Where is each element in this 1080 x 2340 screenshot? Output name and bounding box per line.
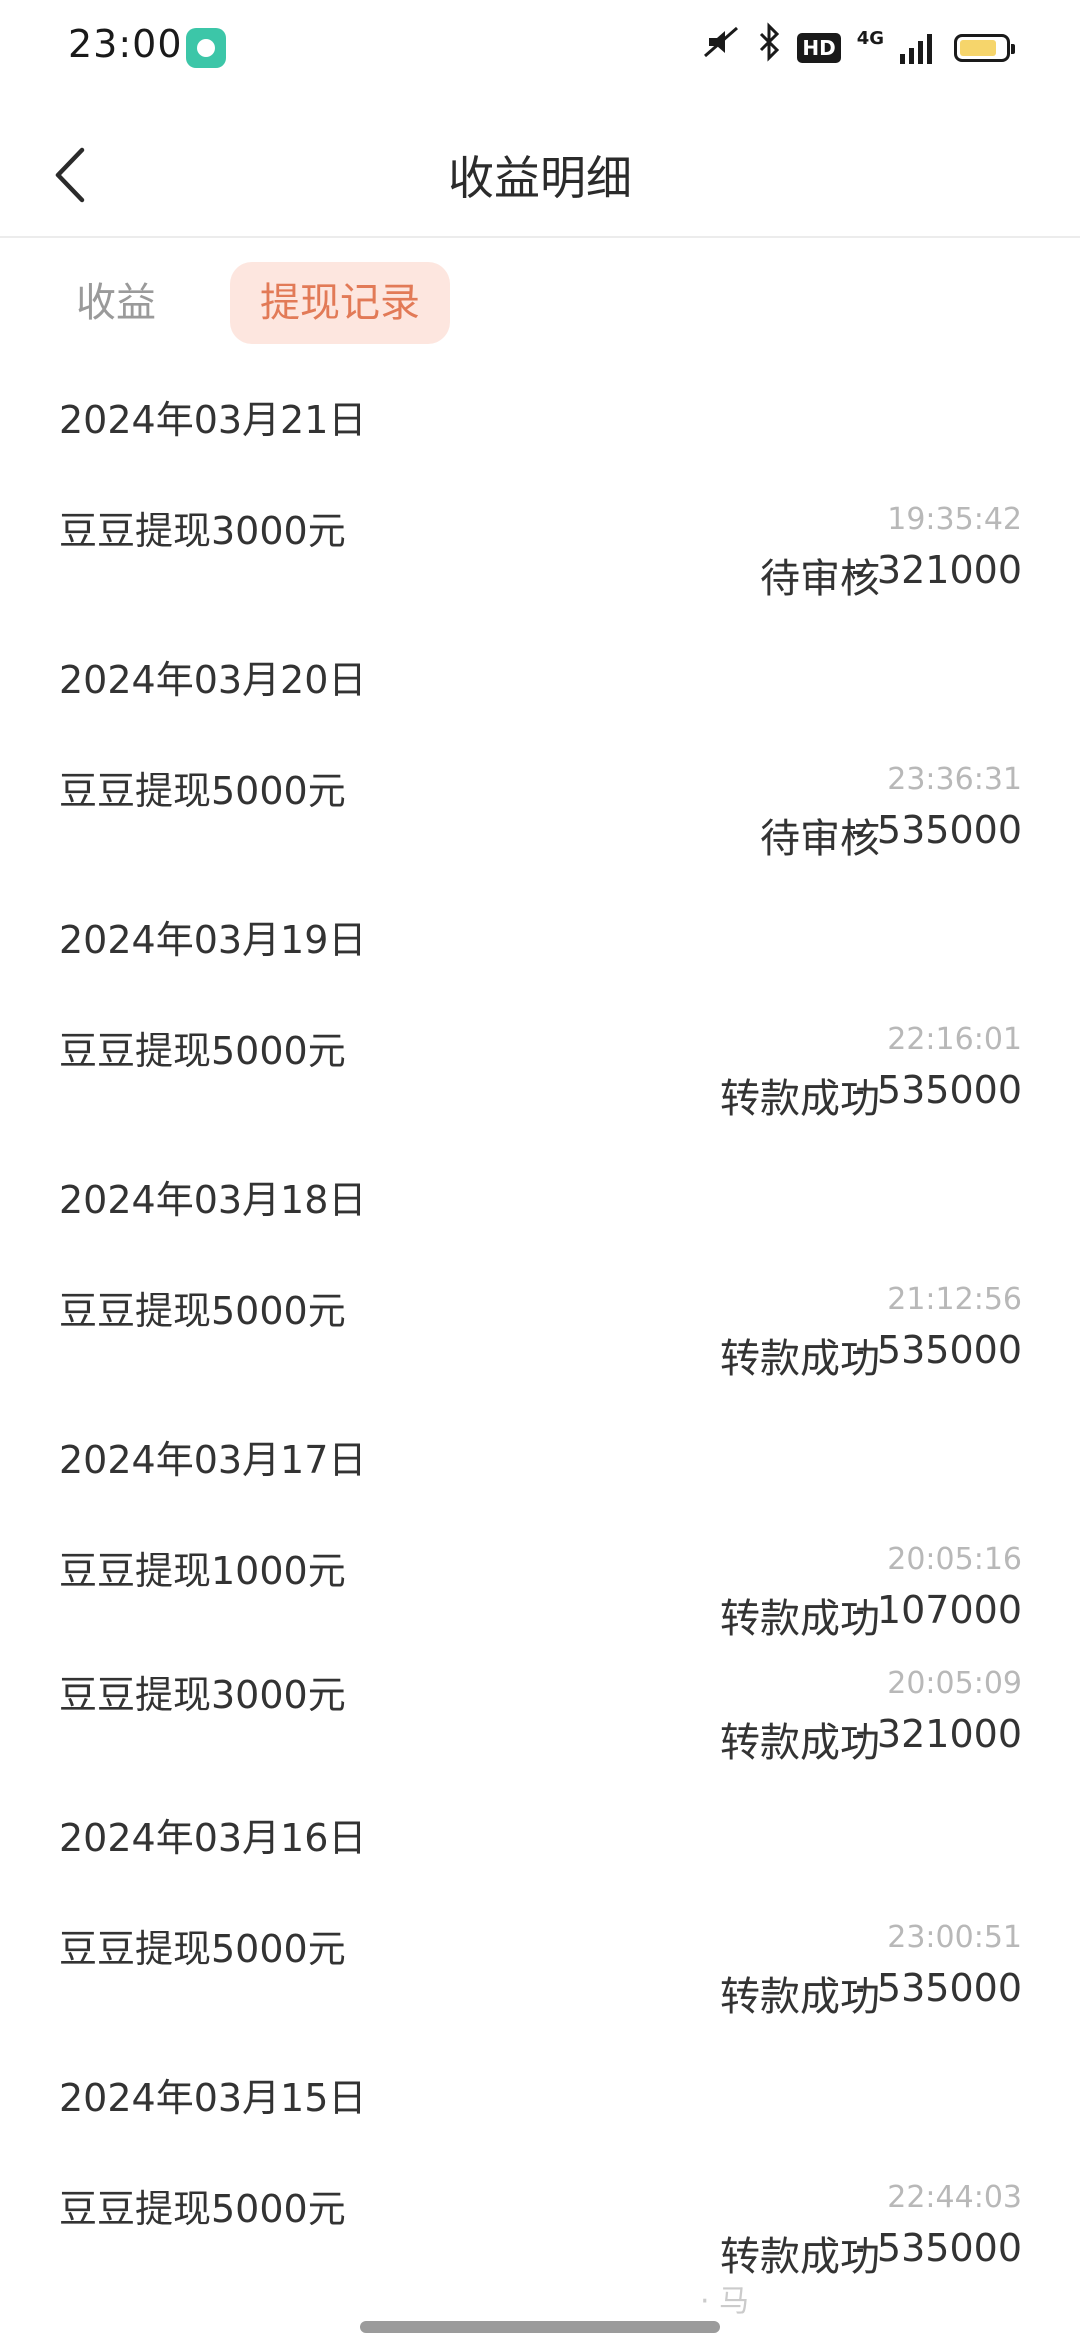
date-header: 2024年03月19日 — [59, 918, 367, 962]
record-row[interactable]: 豆豆提现5000元 22:16:01 转款成功 - 535000 — [0, 980, 1080, 1140]
record-row[interactable]: 豆豆提现5000元 21:12:56 转款成功 - 535000 — [0, 1240, 1080, 1400]
record-time: 20:05:16 — [887, 1542, 1022, 1577]
record-row[interactable]: 豆豆提现5000元 22:44:03 转款成功 - 535000 — [0, 2138, 1080, 2298]
record-amount: - 321000 — [851, 1712, 1022, 1756]
mute-icon — [701, 22, 741, 75]
tab-earnings[interactable]: 收益 — [40, 262, 190, 344]
date-header: 2024年03月16日 — [59, 1816, 367, 1860]
tab-withdraw-records[interactable]: 提现记录 — [230, 262, 450, 344]
record-amount: - 321000 — [851, 548, 1022, 592]
home-indicator[interactable] — [360, 2321, 720, 2333]
record-title: 豆豆提现3000元 — [59, 1673, 346, 1717]
record-time: 20:05:09 — [887, 1666, 1022, 1701]
page-title: 收益明细 — [448, 151, 632, 205]
record-title: 豆豆提现5000元 — [59, 769, 346, 813]
status-time: 23:00 — [68, 22, 183, 66]
record-title: 豆豆提现3000元 — [59, 509, 346, 553]
record-time: 23:00:51 — [887, 1920, 1022, 1955]
record-time: 22:44:03 — [887, 2180, 1022, 2215]
date-header: 2024年03月17日 — [59, 1438, 367, 1482]
record-title: 豆豆提现5000元 — [59, 1029, 346, 1073]
record-amount: - 107000 — [851, 1588, 1022, 1632]
bluetooth-icon — [757, 21, 781, 75]
record-time: 23:36:31 — [887, 762, 1022, 797]
record-time: 19:35:42 — [887, 502, 1022, 537]
signal-icon — [900, 32, 932, 64]
record-amount: - 535000 — [851, 1966, 1022, 2010]
record-time: 22:16:01 — [887, 1022, 1022, 1057]
record-row[interactable]: 豆豆提现3000元 20:05:09 转款成功 - 321000 — [0, 1660, 1080, 1778]
record-title: 豆豆提现5000元 — [59, 2187, 346, 2231]
hd-icon: HD — [797, 33, 841, 63]
record-title: 豆豆提现1000元 — [59, 1549, 346, 1593]
status-bar: 23:00 HD 4G — [0, 0, 1080, 96]
date-header: 2024年03月18日 — [59, 1178, 367, 1222]
top-bar: 收益明细 — [0, 120, 1080, 238]
record-row[interactable]: 豆豆提现5000元 23:00:51 转款成功 - 535000 — [0, 1878, 1080, 2038]
record-amount: - 535000 — [851, 1328, 1022, 1372]
battery-icon — [954, 34, 1015, 62]
app-notification-icon — [186, 28, 226, 68]
date-header: 2024年03月20日 — [59, 658, 367, 702]
record-amount: - 535000 — [851, 2226, 1022, 2270]
date-header: 2024年03月15日 — [59, 2076, 367, 2120]
tab-bar: 收益 提现记录 — [40, 262, 450, 344]
record-row[interactable]: 豆豆提现1000元 20:05:16 转款成功 - 107000 — [0, 1500, 1080, 1660]
record-time: 21:12:56 — [887, 1282, 1022, 1317]
date-header: 2024年03月21日 — [59, 398, 367, 442]
record-amount: - 535000 — [851, 808, 1022, 852]
watermark: · 马 — [700, 2284, 750, 2319]
withdraw-record-list: 2024年03月21日 豆豆提现3000元 19:35:42 待审核 - 321… — [0, 360, 1080, 2298]
network-type: 4G — [856, 28, 884, 49]
record-row[interactable]: 豆豆提现5000元 23:36:31 待审核 - 535000 — [0, 720, 1080, 880]
record-title: 豆豆提现5000元 — [59, 1927, 346, 1971]
record-title: 豆豆提现5000元 — [59, 1289, 346, 1333]
record-amount: - 535000 — [851, 1068, 1022, 1112]
status-icons: HD 4G — [701, 21, 1015, 70]
record-row[interactable]: 豆豆提现3000元 19:35:42 待审核 - 321000 — [0, 460, 1080, 620]
